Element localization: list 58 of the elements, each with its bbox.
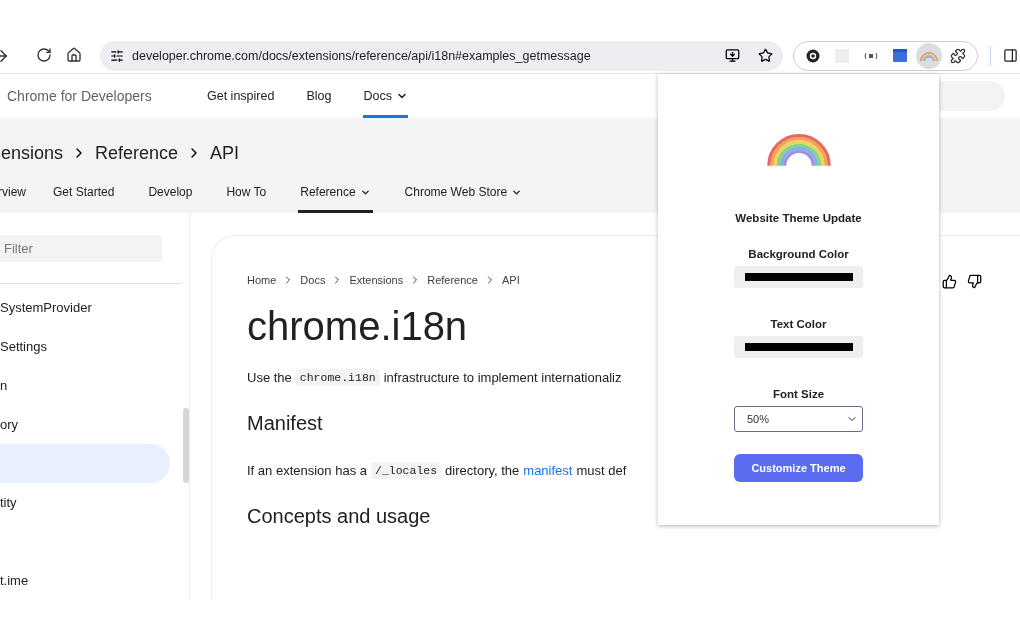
body-text: directory, the (445, 462, 520, 478)
breadcrumb-link[interactable]: Reference (427, 274, 478, 286)
scrollbar-thumb[interactable] (183, 408, 189, 483)
popup-title: Website Theme Update (735, 212, 862, 224)
section-tab[interactable]: Get Started (51, 174, 117, 213)
field-label: Text Color (770, 318, 827, 330)
section-tab[interactable]: Develop (146, 174, 195, 213)
circle-icon (805, 48, 820, 63)
body-text: infrastructure to implement internationaliz (383, 369, 622, 385)
sidebar-item[interactable]: ory (0, 405, 170, 444)
calendar-icon (893, 49, 908, 63)
side-panel-icon[interactable] (1003, 48, 1018, 64)
sidebar-item[interactable]: n (0, 366, 170, 405)
thumbs-down-icon[interactable] (967, 274, 982, 289)
breadcrumb-link[interactable]: Docs (300, 274, 326, 286)
reload-icon[interactable] (36, 46, 52, 63)
body-text: must def (576, 462, 627, 478)
nav-link[interactable]: Get inspired (207, 74, 275, 118)
nav-link[interactable]: Blog (306, 74, 332, 118)
color-picker[interactable] (734, 336, 863, 358)
signal-icon (863, 51, 878, 60)
breadcrumb-link[interactable]: API (502, 274, 520, 286)
sidebar-item[interactable]: Settings (0, 327, 170, 366)
sidebar-item[interactable]: t.ime (0, 561, 170, 600)
font-size-select[interactable]: 50% (734, 406, 863, 432)
page-title: chrome.i18n (247, 304, 468, 348)
inline-code: chrome.i18n (295, 368, 380, 386)
breadcrumb-link[interactable]: Home (247, 274, 277, 286)
address-bar[interactable]: developer.chrome.com/docs/extensions/reference/api/i18n#examples_getmessage (100, 40, 783, 71)
bookmark-star-icon[interactable] (758, 48, 773, 64)
color-picker[interactable] (734, 266, 863, 288)
section-heading: Concepts and usage (247, 505, 431, 528)
url-text: developer.chrome.com/docs/extensions/reference/api/i18n#examples_getmessage (132, 48, 592, 63)
sidebar-item[interactable]: tity (0, 483, 170, 522)
customize-button[interactable]: Customize Theme (734, 454, 863, 482)
site-brand[interactable]: Chrome for Developers (7, 88, 207, 104)
install-icon[interactable] (725, 48, 740, 64)
home-icon[interactable] (66, 46, 82, 63)
breadcrumb-link[interactable]: ensions (1, 142, 64, 164)
breadcrumb-link[interactable]: API (210, 142, 240, 164)
section-tab[interactable]: Chrome Web Store (402, 174, 525, 213)
text-link[interactable]: manifest (523, 462, 573, 478)
section-tab[interactable]: Reference (298, 174, 373, 213)
puzzle-icon (950, 47, 967, 64)
breadcrumb-link[interactable]: Reference (95, 142, 179, 164)
body-text: If an extension has a (247, 462, 367, 478)
filter-field[interactable]: Filter (0, 235, 162, 262)
section-tab[interactable]: How To (224, 174, 269, 213)
section-heading: Manifest (247, 412, 323, 435)
field-label: Background Color (748, 248, 849, 260)
inline-code: /_locales (371, 461, 442, 479)
sidebar-item[interactable]: SystemProvider (0, 288, 170, 327)
site-settings-icon[interactable] (110, 48, 124, 63)
field-label: Font Size (772, 388, 825, 400)
body-text: Use the (247, 369, 292, 385)
breadcrumb-link[interactable]: Extensions (349, 274, 404, 286)
thumbs-up-icon[interactable] (942, 274, 957, 289)
rainbow-icon (920, 50, 939, 62)
